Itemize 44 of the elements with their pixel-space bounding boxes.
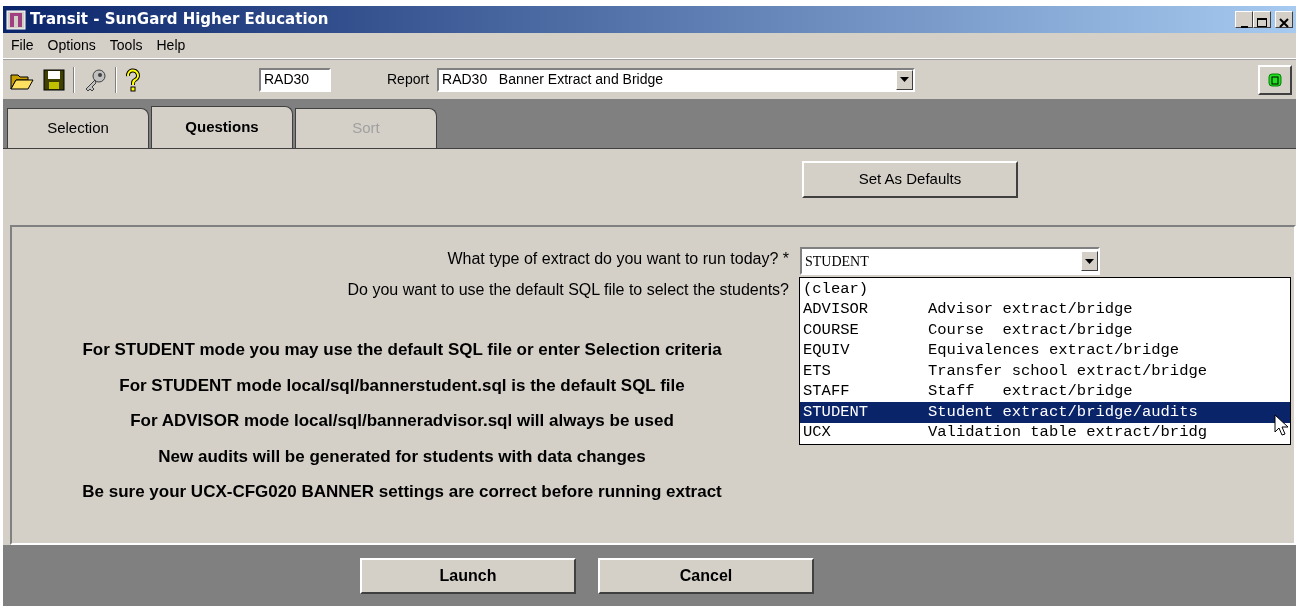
note-text: New audits will be generated for students with data changes <box>158 445 646 468</box>
report-label: Report <box>387 70 430 89</box>
note-text: For ADVISOR mode local/sql/banneradvisor.sql will always be used <box>130 410 674 432</box>
question-label: What type of extract do you want to run today? * <box>447 249 789 269</box>
menu-item[interactable]: Options <box>47 35 96 56</box>
question-label: Do you want to use the default SQL file to select the students? <box>347 280 789 300</box>
maximize-icon <box>1255 17 1269 30</box>
close-icon <box>1277 17 1291 30</box>
dropdown-option[interactable]: STAFF Staff extract/bridge <box>800 381 1290 402</box>
dropdown-option[interactable]: COURSE Course extract/bridge <box>800 320 1290 341</box>
minimize-icon <box>1240 25 1248 28</box>
extract-type-combo[interactable]: STUDENT <box>800 247 1100 275</box>
close-button[interactable] <box>1275 11 1293 28</box>
note-text: For STUDENT mode you may use the default SQL file or enter Selection criteria <box>82 339 722 361</box>
caret-icon <box>900 77 910 82</box>
cancel-button[interactable]: Cancel <box>598 557 814 594</box>
caret-icon <box>1085 258 1094 264</box>
window-title: Transit - SunGard Higher Education <box>30 9 329 31</box>
mouse-pointer-icon <box>1274 414 1288 436</box>
app-icon <box>6 9 26 30</box>
launch-button[interactable]: Launch <box>360 557 576 594</box>
note-text: For STUDENT mode local/sql/bannerstudent.sql is the default SQL file <box>119 374 685 397</box>
dropdown-option[interactable]: ADVISOR Advisor extract/bridge <box>800 299 1290 320</box>
save-icon[interactable] <box>43 68 65 91</box>
menu-item[interactable]: File <box>11 35 34 56</box>
maximize-button[interactable] <box>1253 11 1271 28</box>
dropdown-option[interactable]: EQUIV Equivalences extract/bridge <box>800 340 1290 361</box>
note-text: Be sure your UCX-CFG020 BANNER settings are correct before running extract <box>82 481 722 503</box>
menu-item[interactable]: Tools <box>109 35 143 56</box>
report-dropdown[interactable]: RAD30 Banner Extract and Bridge <box>437 67 916 92</box>
menu-item[interactable]: Help <box>156 35 186 56</box>
status-icon <box>1267 72 1283 89</box>
dropdown-option[interactable]: ETS Transfer school extract/bridge <box>800 361 1290 382</box>
report-code-field[interactable]: RAD30 <box>259 67 331 92</box>
key-icon[interactable] <box>83 67 107 92</box>
tab[interactable]: Questions <box>151 106 293 148</box>
help-icon[interactable] <box>125 67 141 92</box>
set-defaults-button[interactable]: Set As Defaults <box>802 160 1018 198</box>
tab[interactable]: Selection <box>7 108 149 148</box>
dropdown-option[interactable]: STUDENT Student extract/bridge/audits <box>800 402 1290 423</box>
minimize-button[interactable] <box>1235 11 1253 28</box>
dropdown-option[interactable]: UCX Validation table extract/bridg <box>800 422 1290 443</box>
dropdown-option[interactable]: (clear) <box>800 279 1290 300</box>
status-button[interactable] <box>1258 64 1292 95</box>
